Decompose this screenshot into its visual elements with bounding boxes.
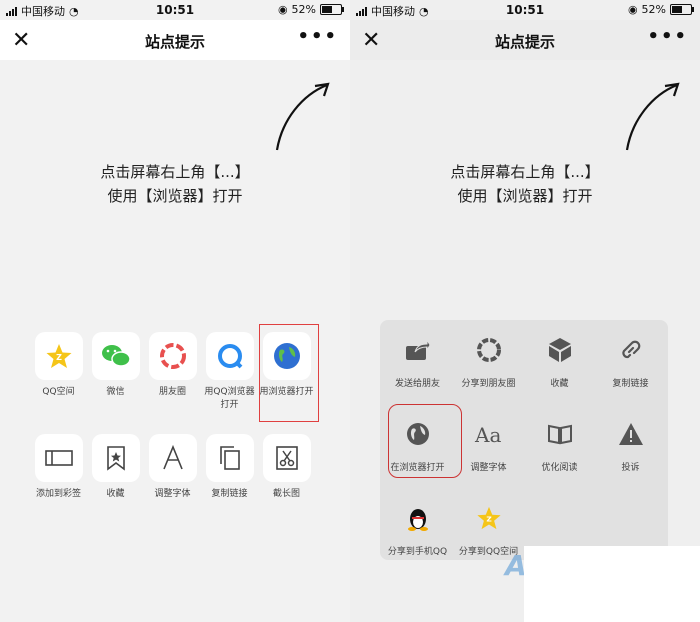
share-qzone[interactable]: Z QQ空间 [30,325,87,429]
bookmark-icon [106,446,125,471]
share-qq-browser[interactable]: 用QQ浏览器打开 [201,325,258,429]
scissors-icon [275,446,298,470]
share-favorite[interactable]: 收藏 [87,427,144,531]
share-font-size[interactable]: 调整字体 [144,427,201,531]
cube-icon [548,338,571,362]
share-label: 朋友圈 [158,387,186,397]
pointer-arrow-icon [625,82,680,151]
font-icon [162,445,183,470]
copy-icon [219,446,240,470]
highlight-open-browser [259,324,319,422]
battery-icon [320,4,344,15]
action-report[interactable]: 投诉 [595,410,666,494]
share-label: 截长图 [272,489,300,499]
qzone-icon: Z [46,344,71,368]
more-menu-icon[interactable]: ••• [647,28,688,46]
action-font-size[interactable]: Aa 调整字体 [453,410,524,494]
share-label: 复制链接 [211,489,248,499]
action-favorite[interactable]: 收藏 [524,326,595,410]
status-bar: 中国移动 ◔ 10:51 ◉ 52% [0,0,350,20]
action-label: 收藏 [550,379,569,389]
share-label: QQ空间 [42,387,75,397]
more-menu-icon[interactable]: ••• [297,28,338,46]
hint-text: 点击屏幕右上角【...】 使用【浏览器】打开 [350,160,700,208]
book-icon [547,424,572,445]
qq-browser-icon [217,344,242,369]
share-add-tag[interactable]: 添加到彩签 [30,427,87,531]
hint-line-1: 点击屏幕右上角【...】 [100,163,250,181]
hint-text: 点击屏幕右上角【...】 使用【浏览器】打开 [0,160,350,208]
hint-line-2: 使用【浏览器】打开 [107,187,243,205]
status-bar: 中国移动 ◔ 10:51 ◉ 52% [350,0,700,20]
svg-text:Z: Z [486,515,492,524]
battery-percent: 52% [641,3,666,16]
share-label: 收藏 [106,489,125,499]
share-label: 用QQ浏览器打开 [204,387,255,410]
action-label: 分享到朋友圈 [461,379,516,389]
action-label: 分享到手机QQ [387,547,448,557]
action-send-friend[interactable]: 发送给朋友 [382,326,453,410]
share-label: 调整字体 [154,489,191,499]
share-wechat[interactable]: 微信 [87,325,144,429]
watermark-overlay [524,546,700,622]
pointer-arrow-icon [275,82,330,151]
share-arrow-icon [405,339,431,360]
rotation-lock-icon: ◉ [277,3,288,16]
battery-icon [670,4,694,15]
action-label: 投诉 [621,463,640,473]
rotation-lock-icon: ◉ [627,3,638,16]
share-moments[interactable]: 朋友圈 [144,325,201,429]
battery-percent: 52% [291,3,316,16]
hint-line-2: 使用【浏览器】打开 [457,187,593,205]
share-copy-link[interactable]: 复制链接 [201,427,258,531]
share-label: 微信 [106,387,125,397]
nav-bar: ✕ 站点提示 ••• [0,20,350,60]
warning-icon [618,423,643,445]
svg-text:Aa: Aa [474,423,501,446]
action-reader-mode[interactable]: 优化阅读 [524,410,595,494]
moments-icon [476,338,501,362]
share-long-screenshot[interactable]: 截长图 [258,427,315,531]
qzone-icon: Z [476,506,501,530]
tag-box-icon [44,450,73,466]
action-copy-link[interactable]: 复制链接 [595,326,666,410]
share-label: 添加到彩签 [35,489,81,499]
highlight-open-browser [388,404,462,478]
action-label: 优化阅读 [541,463,578,473]
action-label: 复制链接 [612,379,649,389]
action-share-moments[interactable]: 分享到朋友圈 [453,326,524,410]
link-icon [621,340,640,359]
action-label: 发送给朋友 [394,379,440,389]
qq-penguin-icon [407,509,428,531]
font-aa-icon: Aa [474,423,501,446]
nav-bar: ✕ 站点提示 ••• [350,20,700,60]
moments-icon [159,343,186,369]
hint-line-1: 点击屏幕右上角【...】 [450,163,600,181]
action-share-qq[interactable]: 分享到手机QQ [382,494,453,578]
svg-text:Z: Z [56,353,62,362]
action-label: 调整字体 [470,463,507,473]
wechat-icon [101,345,131,367]
